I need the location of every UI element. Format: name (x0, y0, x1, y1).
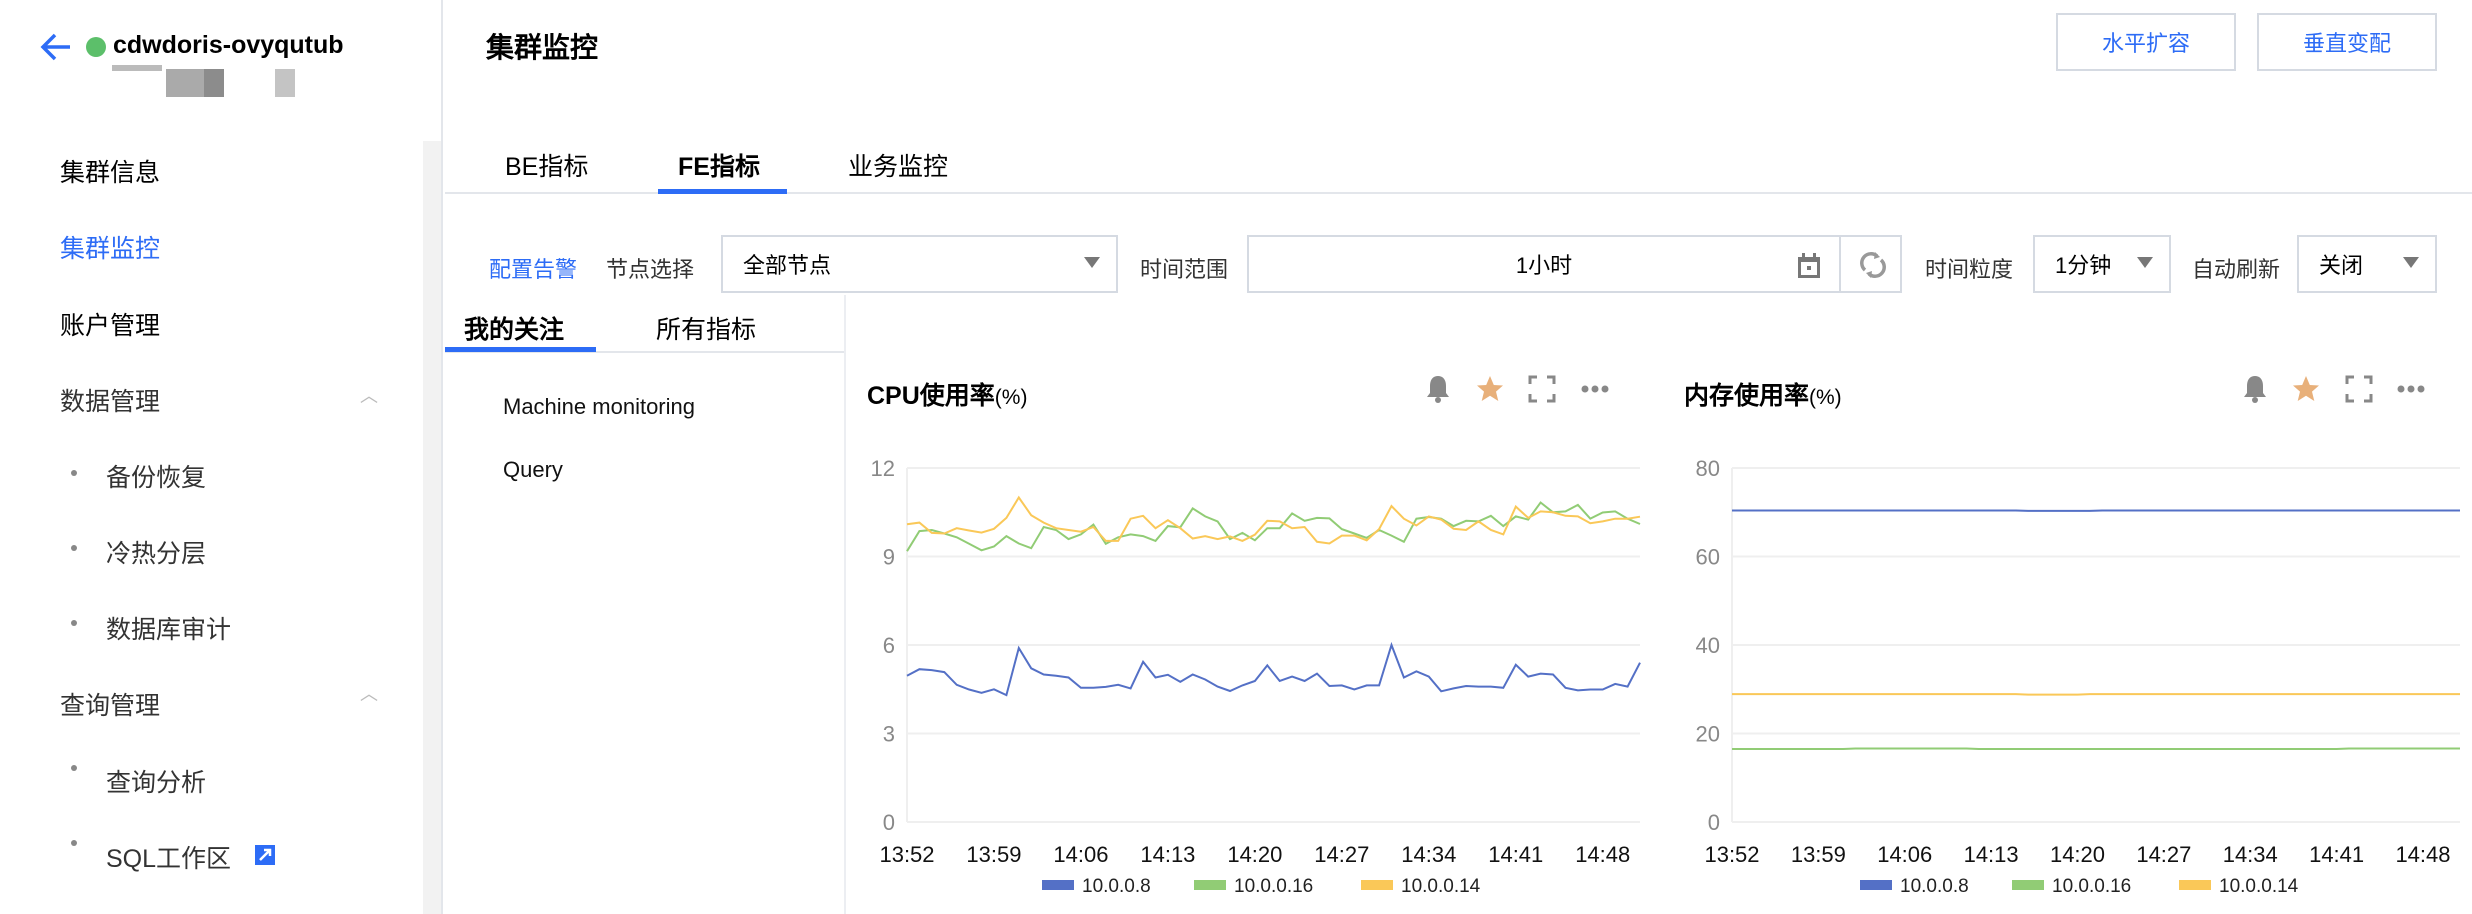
mem-x-tick-label: 14:34 (2223, 842, 2278, 867)
cpu-x-tick-label: 14:06 (1053, 842, 1108, 867)
cpu-y-tick-label: 3 (883, 722, 895, 747)
mem-y-tick-label: 40 (1696, 633, 1720, 658)
cpu-legend-label: 10.0.0.14 (1401, 876, 1481, 897)
cpu-legend-swatch (1361, 880, 1393, 890)
cpu-series-line-10-0-0-14 (906, 495, 1641, 545)
mem-y-tick-label: 60 (1696, 545, 1720, 570)
cpu-x-tick-label: 14:48 (1575, 842, 1630, 867)
cpu-x-tick-label: 14:34 (1401, 842, 1456, 867)
cpu-x-tick-label: 14:41 (1488, 842, 1543, 867)
mem-chart: 02040608013:52 13:59 14:06 14:13 14:20 14:27 1… (1696, 456, 2460, 897)
cpu-series-line-10-0-0-8 (906, 641, 1641, 697)
mem-x-tick-label: 14:48 (2395, 842, 2450, 867)
cpu-legend-label: 10.0.0.16 (1234, 876, 1313, 897)
cpu-x-tick-label: 14:27 (1314, 842, 1369, 867)
cpu-y-tick-label: 0 (883, 810, 895, 835)
charts-canvas: 0 3 6 9 12 13:52 13:59 14:06 14:13 14:20 14:27 14:3… (871, 456, 2460, 897)
mem-legend-swatch (1860, 880, 1892, 890)
mem-x-tick-label: 14:41 (2309, 842, 2364, 867)
mem-x-tick-label: 13:52 (1704, 842, 1759, 867)
cpu-y-tick-label: 6 (883, 633, 895, 658)
mem-x-tick-label: 14:13 (1964, 842, 2019, 867)
cpu-x-tick-label: 13:59 (966, 842, 1021, 867)
mem-x-tick-label: 14:06 (1877, 842, 1932, 867)
mem-x-tick-label: 13:59 (1791, 842, 1846, 867)
cpu-series-line-10-0-0-16 (906, 501, 1641, 552)
mem-legend-label: 10.0.0.16 (2052, 876, 2131, 897)
mem-x-tick-label: 14:20 (2050, 842, 2105, 867)
cpu-x-tick-label: 13:52 (879, 842, 934, 867)
cpu-legend-swatch (1194, 880, 1226, 890)
mem-series-line-10-0-0-16 (1732, 747, 2460, 750)
cpu-legend-label: 10.0.0.8 (1082, 876, 1151, 897)
mem-legend-swatch (2179, 880, 2211, 890)
mem-y-tick-label: 80 (1696, 456, 1720, 481)
mem-series-line-10-0-0-14 (1732, 693, 2460, 696)
mem-x-tick-label: 14:27 (2136, 842, 2191, 867)
cpu-x-tick-label: 14:13 (1140, 842, 1195, 867)
mem-legend-label: 10.0.0.14 (2219, 876, 2299, 897)
cpu-chart: 0 3 6 9 12 13:52 13:59 14:06 14:13 14:20 14:27 14:3… (871, 456, 1641, 897)
cpu-y-tick-label: 9 (883, 545, 895, 570)
cpu-x-tick-label: 14:20 (1227, 842, 1282, 867)
cpu-legend-swatch (1042, 880, 1074, 890)
mem-y-tick-label: 0 (1708, 810, 1720, 835)
mem-y-tick-label: 20 (1696, 722, 1720, 747)
mem-legend-label: 10.0.0.8 (1900, 876, 1969, 897)
mem-legend-swatch (2012, 880, 2044, 890)
cpu-y-tick-label: 12 (871, 456, 895, 481)
